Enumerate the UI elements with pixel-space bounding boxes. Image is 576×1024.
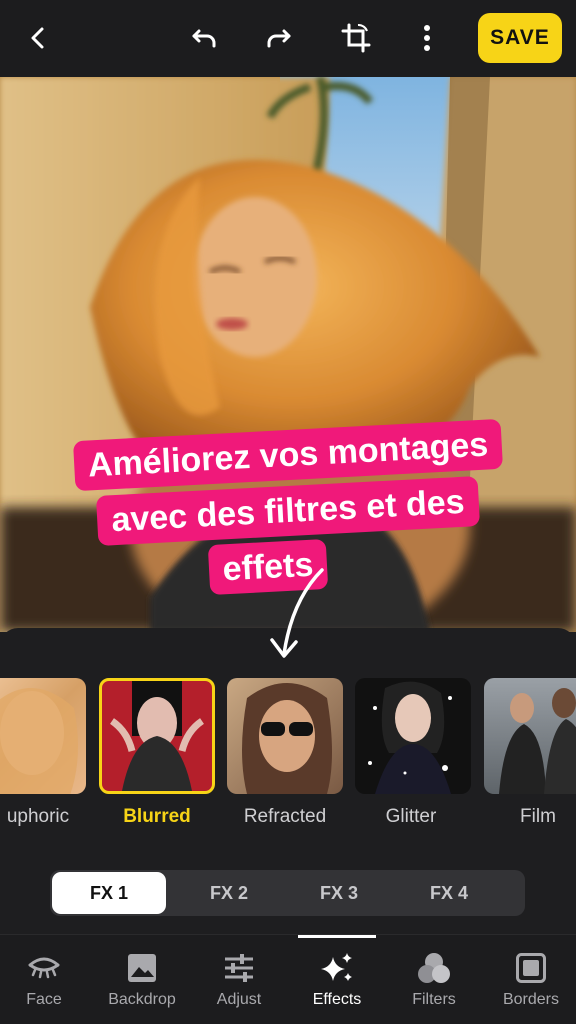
effect-thumb-film[interactable] xyxy=(484,678,576,794)
effect-label[interactable]: Glitter xyxy=(346,806,476,828)
effect-label[interactable]: Film xyxy=(473,806,576,828)
undo-button[interactable] xyxy=(180,14,228,62)
nav-item-backdrop[interactable]: Backdrop xyxy=(94,935,190,1024)
effects-panel: uphoric Blurred Refracted Glitter Film F… xyxy=(0,568,576,934)
eye-icon xyxy=(27,951,61,985)
effect-thumb-glitter[interactable] xyxy=(355,678,471,794)
redo-button[interactable] xyxy=(255,14,303,62)
effect-preview xyxy=(0,688,78,794)
redo-icon xyxy=(267,29,291,48)
arrow-down-icon xyxy=(270,568,324,658)
effect-preview xyxy=(109,681,205,791)
tab-fx-3[interactable]: FX 3 xyxy=(282,872,396,914)
nav-item-adjust[interactable]: Adjust xyxy=(191,935,287,1024)
undo-icon xyxy=(192,29,216,48)
back-button[interactable] xyxy=(14,14,62,62)
top-toolbar: SAVE xyxy=(0,0,576,77)
effect-thumb-blurred[interactable] xyxy=(99,678,215,794)
save-button[interactable]: SAVE xyxy=(478,13,562,63)
effect-label[interactable]: Refracted xyxy=(220,806,350,828)
tab-fx-1[interactable]: FX 1 xyxy=(52,872,166,914)
crop-icon xyxy=(341,23,371,53)
sliders-icon xyxy=(223,951,255,985)
image-icon xyxy=(127,951,157,985)
effect-preview xyxy=(242,683,332,794)
nav-item-filters[interactable]: Filters xyxy=(386,935,482,1024)
nav-item-effects[interactable]: Effects xyxy=(289,935,385,1024)
photo-canvas[interactable]: Améliorez vos montages avec des filtres … xyxy=(0,77,576,632)
sparkles-icon xyxy=(319,951,355,985)
effect-label[interactable]: uphoric xyxy=(0,806,103,828)
square-frame-icon xyxy=(516,951,546,985)
effect-label[interactable]: Blurred xyxy=(92,806,222,828)
more-options-button[interactable] xyxy=(403,14,451,62)
nav-label: Effects xyxy=(312,991,362,1008)
nav-label: Backdrop xyxy=(108,991,176,1008)
photo-editor-screen: SAVE Améliorez vos montages avec des fil… xyxy=(0,0,576,1024)
effect-thumb-euphoric[interactable] xyxy=(0,678,86,794)
effect-thumbnails[interactable] xyxy=(0,678,576,798)
chevron-left-icon xyxy=(31,27,44,49)
nav-label: Borders xyxy=(502,991,560,1008)
nav-item-face[interactable]: Face xyxy=(0,935,92,1024)
nav-label: Face xyxy=(26,991,62,1008)
crop-rotate-button[interactable] xyxy=(332,14,380,62)
effect-thumb-refracted[interactable] xyxy=(227,678,343,794)
bottom-navigation: Face Backdrop Adjust Effects Filters Bor… xyxy=(0,934,576,1024)
kebab-menu-icon xyxy=(424,25,430,51)
circles-icon xyxy=(417,951,451,985)
effect-preview xyxy=(499,688,576,794)
nav-item-borders[interactable]: Borders xyxy=(483,935,576,1024)
fx-variant-selector[interactable]: FX 1 FX 2 FX 3 FX 4 xyxy=(50,870,525,916)
effect-preview xyxy=(368,681,452,794)
tab-fx-4[interactable]: FX 4 xyxy=(392,872,506,914)
tab-fx-2[interactable]: FX 2 xyxy=(172,872,286,914)
nav-label: Adjust xyxy=(216,991,262,1008)
nav-label: Filters xyxy=(412,991,456,1008)
